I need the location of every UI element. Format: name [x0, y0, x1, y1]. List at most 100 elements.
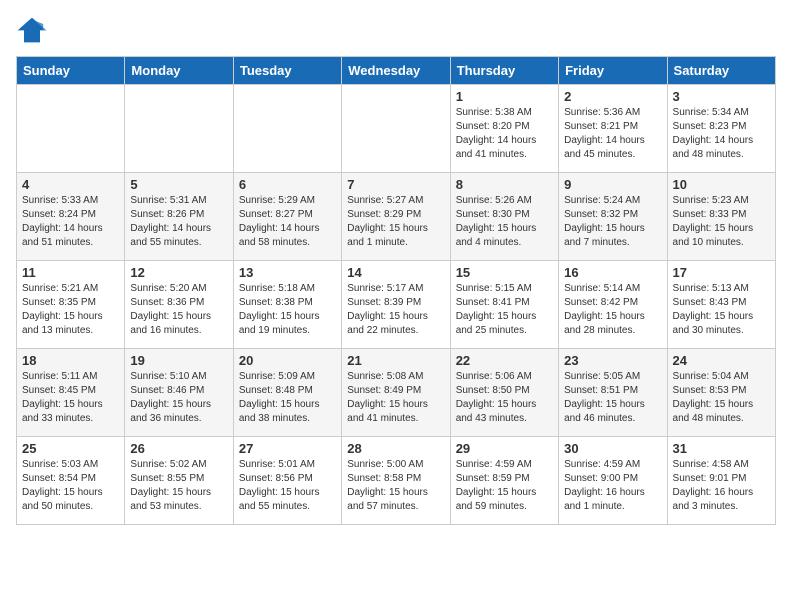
- calendar-cell: 23 Sunrise: 5:05 AM Sunset: 8:51 PM Dayli…: [559, 349, 667, 437]
- day-number: 30: [564, 441, 661, 456]
- day-number: 9: [564, 177, 661, 192]
- day-info: Sunrise: 5:06 AM Sunset: 8:50 PM Dayligh…: [456, 370, 553, 426]
- weekday-header: Saturday: [667, 57, 775, 85]
- calendar-cell: 15 Sunrise: 5:15 AM Sunset: 8:41 PM Dayli…: [450, 261, 558, 349]
- calendar-cell: 31Sunrise: 4:58 AM Sunset: 9:01 PM Dayli…: [667, 437, 775, 525]
- calendar-cell: 3 Sunrise: 5:34 AM Sunset: 8:23 PM Daylig…: [667, 85, 775, 173]
- calendar-cell: [342, 85, 450, 173]
- calendar-week-row: 4 Sunrise: 5:33 AM Sunset: 8:24 PM Daylig…: [17, 173, 776, 261]
- day-number: 2: [564, 89, 661, 104]
- day-info: Sunrise: 5:09 AM Sunset: 8:48 PM Dayligh…: [239, 370, 336, 426]
- day-number: 6: [239, 177, 336, 192]
- day-info: Sunrise: 5:15 AM Sunset: 8:41 PM Dayligh…: [456, 282, 553, 338]
- calendar-cell: 6 Sunrise: 5:29 AM Sunset: 8:27 PM Daylig…: [233, 173, 341, 261]
- calendar-cell: 11 Sunrise: 5:21 AM Sunset: 8:35 PM Dayli…: [17, 261, 125, 349]
- calendar-week-row: 1 Sunrise: 5:38 AM Sunset: 8:20 PM Daylig…: [17, 85, 776, 173]
- day-number: 23: [564, 353, 661, 368]
- day-number: 8: [456, 177, 553, 192]
- day-info: Sunrise: 5:33 AM Sunset: 8:24 PM Dayligh…: [22, 194, 119, 250]
- weekday-header: Tuesday: [233, 57, 341, 85]
- calendar-cell: 18 Sunrise: 5:11 AM Sunset: 8:45 PM Dayli…: [17, 349, 125, 437]
- day-info: Sunrise: 5:11 AM Sunset: 8:45 PM Dayligh…: [22, 370, 119, 426]
- day-info: Sunrise: 5:02 AM Sunset: 8:55 PM Dayligh…: [130, 458, 227, 514]
- calendar-cell: 27 Sunrise: 5:01 AM Sunset: 8:56 PM Dayli…: [233, 437, 341, 525]
- calendar-cell: 24Sunrise: 5:04 AM Sunset: 8:53 PM Dayli…: [667, 349, 775, 437]
- weekday-header: Monday: [125, 57, 233, 85]
- calendar-cell: 29 Sunrise: 4:59 AM Sunset: 8:59 PM Dayli…: [450, 437, 558, 525]
- day-number: 31: [673, 441, 770, 456]
- weekday-header-row: SundayMondayTuesdayWednesdayThursdayFrid…: [17, 57, 776, 85]
- day-number: 25: [22, 441, 119, 456]
- calendar-cell: 2 Sunrise: 5:36 AM Sunset: 8:21 PM Daylig…: [559, 85, 667, 173]
- day-number: 12: [130, 265, 227, 280]
- day-info: Sunrise: 5:24 AM Sunset: 8:32 PM Dayligh…: [564, 194, 661, 250]
- calendar-cell: 19Sunrise: 5:10 AM Sunset: 8:46 PM Dayli…: [125, 349, 233, 437]
- day-info: Sunrise: 5:29 AM Sunset: 8:27 PM Dayligh…: [239, 194, 336, 250]
- day-number: 20: [239, 353, 336, 368]
- day-number: 10: [673, 177, 770, 192]
- calendar-cell: 4 Sunrise: 5:33 AM Sunset: 8:24 PM Daylig…: [17, 173, 125, 261]
- day-info: Sunrise: 5:03 AM Sunset: 8:54 PM Dayligh…: [22, 458, 119, 514]
- day-number: 29: [456, 441, 553, 456]
- calendar-table: SundayMondayTuesdayWednesdayThursdayFrid…: [16, 56, 776, 525]
- calendar-cell: [233, 85, 341, 173]
- weekday-header: Friday: [559, 57, 667, 85]
- day-info: Sunrise: 5:38 AM Sunset: 8:20 PM Dayligh…: [456, 106, 553, 162]
- calendar-cell: 16Sunrise: 5:14 AM Sunset: 8:42 PM Dayli…: [559, 261, 667, 349]
- day-info: Sunrise: 5:13 AM Sunset: 8:43 PM Dayligh…: [673, 282, 770, 338]
- day-number: 22: [456, 353, 553, 368]
- calendar-cell: 26Sunrise: 5:02 AM Sunset: 8:55 PM Dayli…: [125, 437, 233, 525]
- calendar-cell: 14Sunrise: 5:17 AM Sunset: 8:39 PM Dayli…: [342, 261, 450, 349]
- day-info: Sunrise: 5:20 AM Sunset: 8:36 PM Dayligh…: [130, 282, 227, 338]
- day-info: Sunrise: 5:26 AM Sunset: 8:30 PM Dayligh…: [456, 194, 553, 250]
- day-number: 19: [130, 353, 227, 368]
- calendar-week-row: 25 Sunrise: 5:03 AM Sunset: 8:54 PM Dayli…: [17, 437, 776, 525]
- day-number: 5: [130, 177, 227, 192]
- logo-icon: [16, 16, 48, 44]
- day-number: 27: [239, 441, 336, 456]
- page-header: [16, 16, 776, 44]
- calendar-cell: 22 Sunrise: 5:06 AM Sunset: 8:50 PM Dayli…: [450, 349, 558, 437]
- day-number: 24: [673, 353, 770, 368]
- day-info: Sunrise: 5:23 AM Sunset: 8:33 PM Dayligh…: [673, 194, 770, 250]
- calendar-week-row: 11 Sunrise: 5:21 AM Sunset: 8:35 PM Dayli…: [17, 261, 776, 349]
- calendar-cell: 1 Sunrise: 5:38 AM Sunset: 8:20 PM Daylig…: [450, 85, 558, 173]
- calendar-cell: [125, 85, 233, 173]
- day-number: 7: [347, 177, 444, 192]
- calendar-cell: 9 Sunrise: 5:24 AM Sunset: 8:32 PM Daylig…: [559, 173, 667, 261]
- calendar-cell: 12 Sunrise: 5:20 AM Sunset: 8:36 PM Dayli…: [125, 261, 233, 349]
- weekday-header: Thursday: [450, 57, 558, 85]
- calendar-cell: 20 Sunrise: 5:09 AM Sunset: 8:48 PM Dayli…: [233, 349, 341, 437]
- day-info: Sunrise: 5:01 AM Sunset: 8:56 PM Dayligh…: [239, 458, 336, 514]
- weekday-header: Wednesday: [342, 57, 450, 85]
- calendar-cell: 21 Sunrise: 5:08 AM Sunset: 8:49 PM Dayli…: [342, 349, 450, 437]
- calendar-cell: 13 Sunrise: 5:18 AM Sunset: 8:38 PM Dayli…: [233, 261, 341, 349]
- logo: [16, 16, 52, 44]
- day-number: 11: [22, 265, 119, 280]
- day-number: 3: [673, 89, 770, 104]
- day-info: Sunrise: 5:18 AM Sunset: 8:38 PM Dayligh…: [239, 282, 336, 338]
- day-number: 17: [673, 265, 770, 280]
- calendar-cell: 10 Sunrise: 5:23 AM Sunset: 8:33 PM Dayli…: [667, 173, 775, 261]
- day-number: 18: [22, 353, 119, 368]
- day-info: Sunrise: 5:00 AM Sunset: 8:58 PM Dayligh…: [347, 458, 444, 514]
- day-number: 21: [347, 353, 444, 368]
- day-number: 4: [22, 177, 119, 192]
- day-number: 1: [456, 89, 553, 104]
- day-info: Sunrise: 5:21 AM Sunset: 8:35 PM Dayligh…: [22, 282, 119, 338]
- calendar-cell: 8 Sunrise: 5:26 AM Sunset: 8:30 PM Daylig…: [450, 173, 558, 261]
- weekday-header: Sunday: [17, 57, 125, 85]
- day-info: Sunrise: 5:05 AM Sunset: 8:51 PM Dayligh…: [564, 370, 661, 426]
- calendar-cell: 17 Sunrise: 5:13 AM Sunset: 8:43 PM Dayli…: [667, 261, 775, 349]
- day-info: Sunrise: 5:36 AM Sunset: 8:21 PM Dayligh…: [564, 106, 661, 162]
- day-number: 14: [347, 265, 444, 280]
- day-info: Sunrise: 4:59 AM Sunset: 8:59 PM Dayligh…: [456, 458, 553, 514]
- day-info: Sunrise: 5:08 AM Sunset: 8:49 PM Dayligh…: [347, 370, 444, 426]
- day-number: 15: [456, 265, 553, 280]
- calendar-cell: [17, 85, 125, 173]
- day-number: 28: [347, 441, 444, 456]
- day-info: Sunrise: 4:59 AM Sunset: 9:00 PM Dayligh…: [564, 458, 661, 514]
- day-number: 13: [239, 265, 336, 280]
- calendar-cell: 28 Sunrise: 5:00 AM Sunset: 8:58 PM Dayli…: [342, 437, 450, 525]
- day-info: Sunrise: 5:34 AM Sunset: 8:23 PM Dayligh…: [673, 106, 770, 162]
